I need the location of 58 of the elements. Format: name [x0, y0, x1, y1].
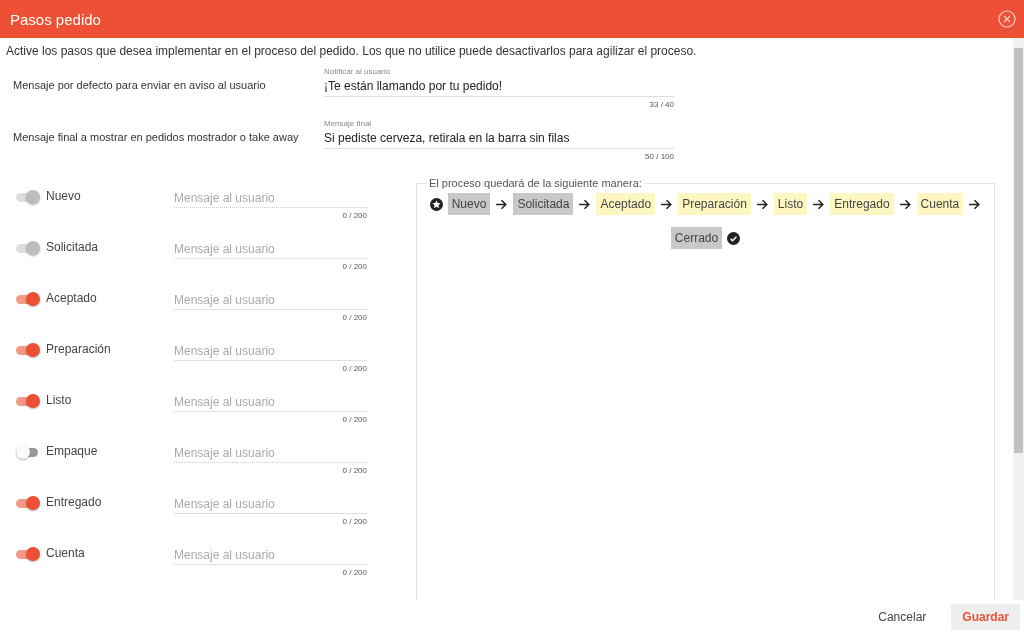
- toggle-switch[interactable]: [16, 548, 40, 560]
- arrow-icon: [812, 197, 826, 211]
- toggle-switch[interactable]: [16, 497, 40, 509]
- message-label: Mensaje final a mostrar en pedidos mostrador o take away: [12, 130, 300, 145]
- step-label: Cuenta: [46, 546, 85, 560]
- toggle-switch[interactable]: [16, 293, 40, 305]
- step-chip: Nuevo: [447, 193, 491, 215]
- step-chip: Entregado: [830, 193, 894, 215]
- step-label: Nuevo: [46, 189, 81, 203]
- check-icon: [727, 231, 741, 245]
- char-counter: 33 / 40: [649, 100, 674, 109]
- step-chip: Preparación: [678, 193, 751, 215]
- message-field[interactable]: Mensaje al usuario: [174, 393, 367, 412]
- step-label: Listo: [46, 393, 72, 407]
- char-counter: 0 / 200: [342, 568, 367, 577]
- save-button[interactable]: Guardar: [951, 603, 1020, 630]
- char-counter: 0 / 200: [342, 211, 367, 220]
- step-label: Aceptado: [46, 291, 97, 305]
- close-icon[interactable]: [998, 10, 1016, 28]
- message-field[interactable]: Mensaje al usuario: [174, 291, 367, 310]
- message-field[interactable]: Mensaje al usuario: [174, 495, 367, 514]
- toggle-switch[interactable]: [16, 395, 40, 407]
- char-counter: 0 / 200: [342, 415, 367, 424]
- message-field[interactable]: Mensaje al usuario: [174, 546, 367, 565]
- char-counter: 0 / 200: [342, 466, 367, 475]
- char-counter: 0 / 200: [342, 262, 367, 271]
- step-label: Empaque: [46, 444, 98, 458]
- step-chip: Solicitada: [513, 193, 574, 215]
- panel-title: El proceso quedará de la siguiente manera:: [428, 177, 643, 189]
- step-chip: Cuenta: [916, 193, 964, 215]
- arrow-icon: [968, 197, 982, 211]
- toggle-switch[interactable]: [16, 344, 40, 356]
- message-field[interactable]: Mensaje al usuario: [174, 444, 367, 463]
- star-icon: [429, 197, 443, 211]
- scrollbar[interactable]: [1013, 38, 1024, 600]
- toggle-switch[interactable]: [16, 446, 40, 458]
- char-counter: 0 / 200: [342, 313, 367, 322]
- message-field[interactable]: Mensaje al usuario: [174, 342, 367, 361]
- intro-text: Active los pasos que desea implementar en el proceso del pedido. Los que no utilice puede desactivarlos para agilizar el proceso.: [6, 44, 698, 59]
- arrow-icon: [660, 197, 674, 211]
- text-field[interactable]: Mensaje final Si pediste cerveza, retirala en la barra sin filas: [324, 119, 674, 149]
- message-label: Mensaje por defecto para enviar en aviso al usuario: [12, 78, 267, 93]
- step-label: Preparación: [46, 342, 111, 356]
- char-counter: 50 / 100: [645, 152, 674, 161]
- window-title: Pasos pedido: [10, 10, 101, 28]
- step-label: Entregado: [46, 495, 102, 509]
- step-chip: Cerrado: [670, 227, 723, 249]
- arrow-icon: [578, 197, 592, 211]
- step-chip: Listo: [773, 193, 808, 215]
- arrow-icon: [755, 197, 769, 211]
- char-counter: 0 / 200: [342, 517, 367, 526]
- char-counter: 0 / 200: [342, 364, 367, 373]
- text-field[interactable]: Notificar al usuario ¡Te están llamando por tu pedido!: [324, 67, 674, 97]
- cancel-button[interactable]: Cancelar: [867, 603, 938, 630]
- step-label: Solicitada: [46, 240, 99, 254]
- arrow-icon: [898, 197, 912, 211]
- arrow-icon: [495, 197, 509, 211]
- step-chip: Aceptado: [596, 193, 656, 215]
